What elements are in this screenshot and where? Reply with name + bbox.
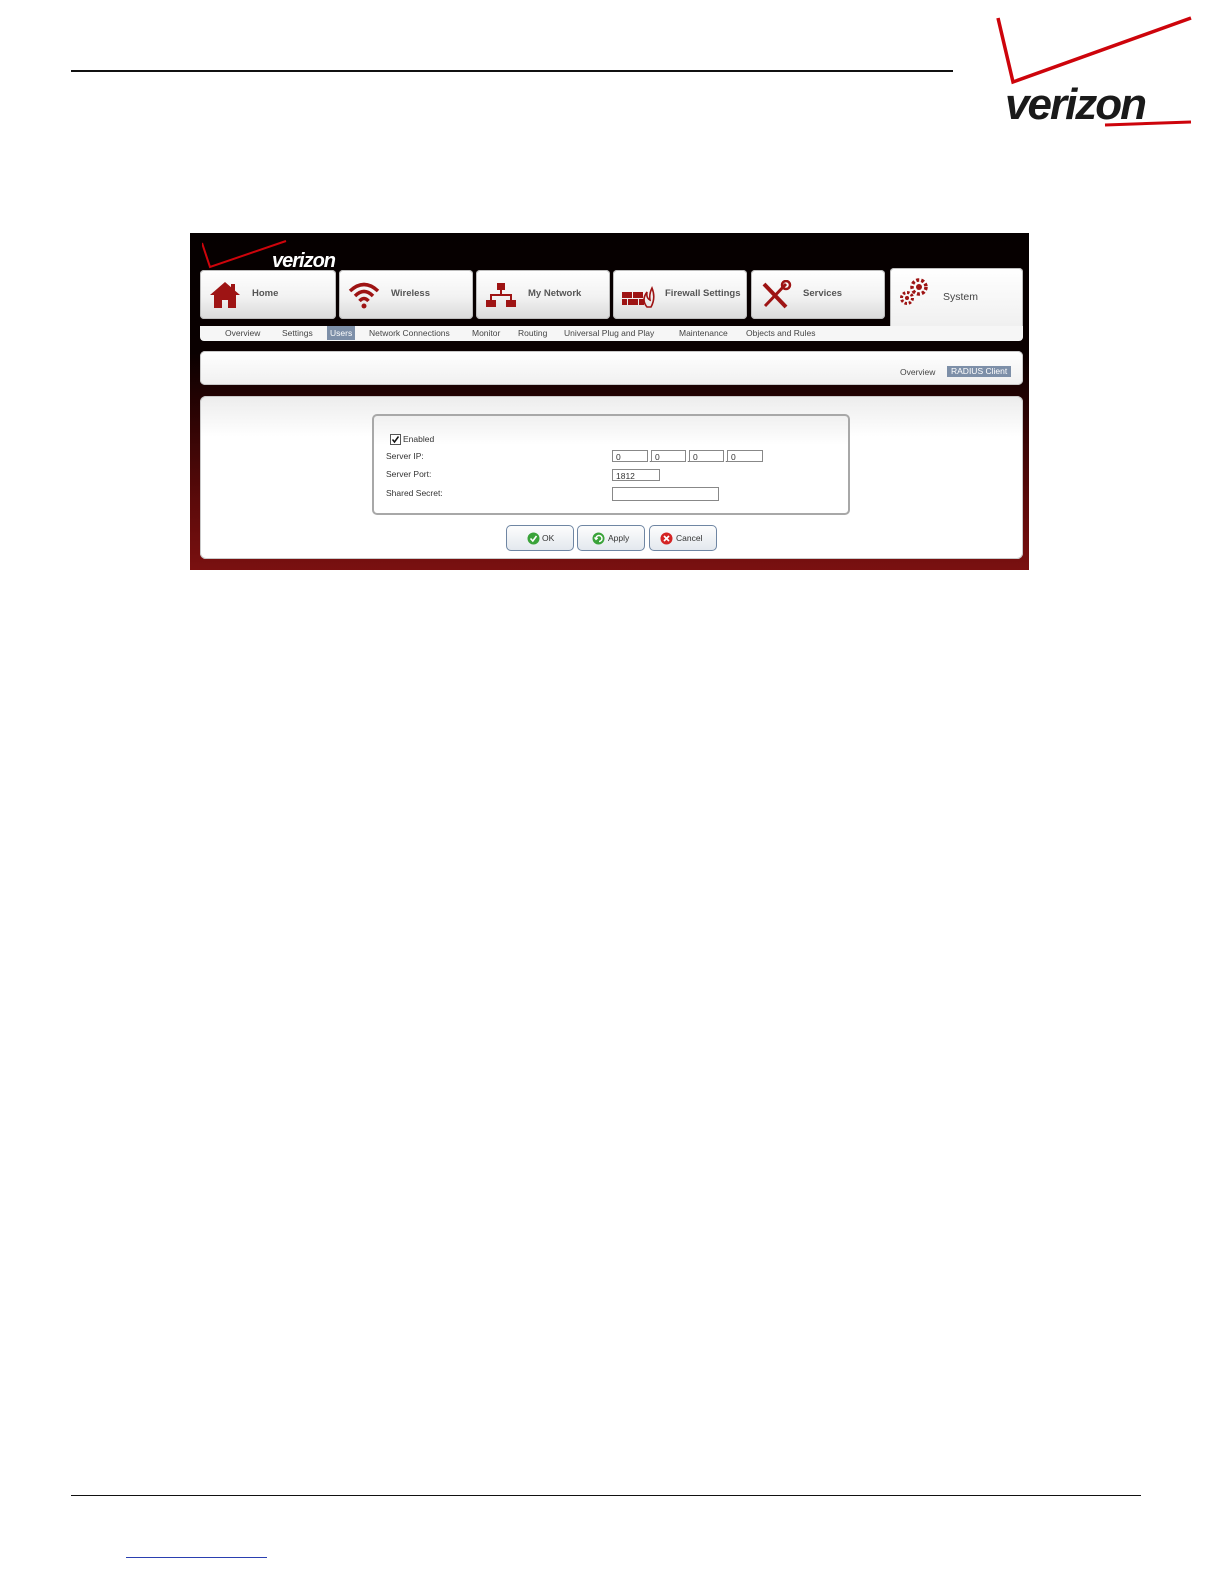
ok-check-icon — [527, 532, 540, 545]
subnav-overview[interactable]: Overview — [225, 328, 260, 338]
gears-icon — [900, 278, 928, 305]
shared-secret-label: Shared Secret: — [386, 488, 443, 498]
content-panel: Enabled Server IP: 0 . 0 . 0 . 0 Server … — [200, 396, 1023, 559]
tab-firewall-label: Firewall Settings — [665, 288, 741, 299]
svg-text:verizon: verizon — [272, 250, 336, 271]
server-ip-label: Server IP: — [386, 451, 424, 461]
subnav-network-connections[interactable]: Network Connections — [369, 328, 450, 338]
cancel-x-icon — [660, 532, 673, 545]
apply-icon — [592, 532, 605, 545]
subnav-upnp[interactable]: Universal Plug and Play — [564, 328, 654, 338]
tab-system-label: System — [943, 291, 979, 303]
svg-text:verizon: verizon — [1005, 80, 1146, 129]
shared-secret-input[interactable] — [612, 487, 719, 501]
server-port-input[interactable]: 1812 — [612, 469, 660, 481]
footer-link-underline[interactable] — [126, 1557, 267, 1558]
radius-client-form: Enabled Server IP: 0 . 0 . 0 . 0 Server … — [372, 414, 850, 515]
breadcrumb-bar: Overview RADIUS Client — [200, 351, 1023, 385]
tab-home-label: Home — [252, 288, 279, 299]
server-ip-octet-1[interactable]: 0 — [612, 450, 648, 462]
subnav-settings[interactable]: Settings — [282, 328, 313, 338]
home-icon — [210, 282, 240, 308]
router-verizon-logo: verizon — [202, 240, 337, 271]
tab-my-network-label: My Network — [528, 288, 582, 299]
verizon-logo: verizon — [996, 16, 1192, 129]
enabled-checkbox[interactable] — [390, 434, 401, 445]
subnav-maintenance[interactable]: Maintenance — [679, 328, 728, 338]
sub-navigation: Overview Settings Users Network Connecti… — [200, 326, 1023, 341]
server-ip-octet-3[interactable]: 0 — [689, 450, 724, 462]
breadcrumb-radius-client[interactable]: RADIUS Client — [947, 366, 1012, 377]
server-port-label: Server Port: — [386, 469, 432, 479]
tools-icon — [762, 280, 792, 309]
cancel-label: Cancel — [676, 533, 703, 543]
enabled-label: Enabled — [403, 434, 435, 444]
tab-home[interactable]: Home — [200, 270, 336, 319]
server-ip-octet-2[interactable]: 0 — [651, 450, 686, 462]
checkmark-icon — [391, 436, 400, 444]
tab-my-network[interactable]: My Network — [476, 270, 610, 319]
footer-rule — [71, 1495, 1141, 1496]
tab-wireless[interactable]: Wireless — [339, 270, 473, 319]
router-ui-screenshot: verizon Home Wireless My Network Firewal… — [190, 233, 1029, 570]
ok-label: OK — [542, 533, 555, 543]
tab-wireless-label: Wireless — [391, 288, 430, 299]
header-rule — [71, 70, 953, 72]
subnav-users[interactable]: Users — [327, 326, 356, 340]
subnav-routing[interactable]: Routing — [518, 328, 547, 338]
subnav-objects-and-rules[interactable]: Objects and Rules — [746, 328, 815, 338]
tab-firewall-settings[interactable]: Firewall Settings — [613, 270, 747, 319]
firewall-icon — [622, 286, 655, 308]
cancel-button[interactable]: Cancel — [649, 525, 717, 551]
ok-button[interactable]: OK — [506, 525, 574, 551]
tab-services[interactable]: Services — [751, 270, 885, 319]
apply-label: Apply — [608, 533, 630, 543]
subnav-monitor[interactable]: Monitor — [472, 328, 500, 338]
tab-services-label: Services — [803, 288, 843, 299]
apply-button[interactable]: Apply — [577, 525, 645, 551]
breadcrumb-overview[interactable]: Overview — [900, 367, 935, 377]
server-ip-octet-4[interactable]: 0 — [727, 450, 763, 462]
network-icon — [486, 283, 516, 307]
wireless-icon — [348, 282, 380, 309]
